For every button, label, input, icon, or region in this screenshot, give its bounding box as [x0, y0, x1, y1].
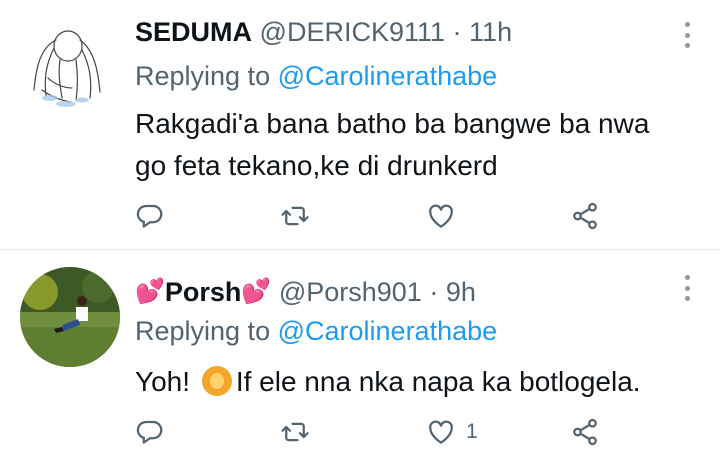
more-icon[interactable] — [684, 22, 690, 48]
reply-button[interactable] — [135, 412, 165, 452]
replying-to: Replying to @Carolinerathabe — [135, 315, 497, 347]
tweet-header: SEDUMA @DERICK9111 · 11h — [135, 16, 650, 48]
action-bar — [0, 196, 720, 236]
mention-link[interactable]: @Carolinerathabe — [278, 61, 498, 91]
retweet-button[interactable] — [280, 196, 310, 236]
heart-emoji-right: 💕 — [241, 278, 272, 305]
retweet-icon — [281, 422, 309, 442]
tweet-header: 💕Porsh💕 @Porsh901 · 9h — [135, 276, 650, 308]
tweet[interactable]: SEDUMA @DERICK9111 · 11h Replying to @Ca… — [0, 0, 720, 250]
replying-to: Replying to @Carolinerathabe — [135, 60, 497, 92]
action-bar: 1 — [0, 412, 720, 452]
heart-icon — [429, 420, 453, 444]
heart-emoji-left: 💕 — [135, 278, 165, 305]
tweet-text-start: Yoh! — [135, 366, 191, 397]
reply-icon — [136, 420, 163, 444]
like-count: 1 — [466, 420, 478, 443]
timestamp[interactable]: 11h — [469, 17, 512, 47]
share-icon — [573, 418, 597, 446]
separator-dot: · — [429, 277, 439, 307]
share-button[interactable] — [570, 412, 600, 452]
heart-icon — [429, 204, 453, 228]
avatar[interactable] — [20, 267, 120, 367]
more-icon[interactable] — [684, 275, 690, 301]
replying-prefix: Replying to — [135, 61, 271, 91]
replying-prefix: Replying to — [135, 316, 271, 346]
tweet-text: Yoh! If ele nna nka napa ka botlogela. — [135, 361, 680, 403]
separator-dot: · — [452, 17, 462, 47]
reply-button[interactable] — [135, 196, 165, 236]
reply-icon — [136, 204, 163, 228]
mention-link[interactable]: @Carolinerathabe — [278, 316, 498, 346]
tweet-text: Rakgadi'a bana batho ba bangwe ba nwa go… — [135, 108, 650, 181]
user-handle[interactable]: @DERICK9111 — [260, 17, 445, 47]
display-name[interactable]: Porsh — [165, 277, 242, 307]
photo-avatar-image — [20, 267, 120, 367]
share-button[interactable] — [570, 196, 600, 236]
sketch-avatar-image — [33, 30, 101, 107]
person-gesturing-ok-emoji — [201, 366, 232, 396]
share-icon — [573, 202, 597, 230]
tweet-text-end: If ele nna nka napa ka botlogela. — [235, 366, 641, 397]
retweet-button[interactable] — [280, 412, 310, 452]
retweet-icon — [281, 206, 309, 226]
timestamp[interactable]: 9h — [446, 277, 476, 307]
like-button[interactable] — [426, 196, 466, 236]
display-name[interactable]: SEDUMA — [135, 17, 252, 47]
user-handle[interactable]: @Porsh901 — [279, 277, 422, 307]
avatar[interactable] — [20, 18, 120, 118]
tweet[interactable]: 💕Porsh💕 @Porsh901 · 9h Replying to @Caro… — [0, 250, 720, 456]
like-button[interactable]: 1 — [426, 412, 478, 452]
